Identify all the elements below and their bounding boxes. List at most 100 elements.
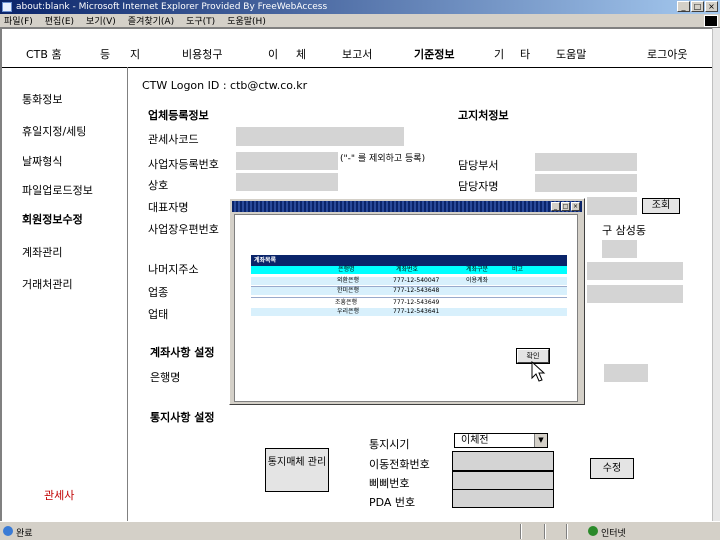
cell-account-no: 777-12-543648 <box>393 287 440 294</box>
company-info-header: 업체등록정보 <box>148 109 209 122</box>
edit-button[interactable]: 수정 <box>590 458 634 479</box>
nav-etc-2[interactable]: 타 <box>520 46 530 62</box>
popup-close-button[interactable]: × <box>571 202 580 211</box>
sidebar-item-holidays[interactable]: 휴일지정/세팅 <box>22 123 86 139</box>
menu-favorites[interactable]: 즐겨찾기(A) <box>128 14 174 27</box>
notice-settings-header: 통지사항 설정 <box>150 411 215 424</box>
vertical-scrollbar[interactable] <box>712 28 720 521</box>
customs-code-field[interactable] <box>236 127 404 146</box>
mobile-field[interactable] <box>452 451 554 471</box>
pda-label: PDA 번호 <box>369 496 416 509</box>
pda-field[interactable] <box>452 489 554 508</box>
nav-master-data[interactable]: 기준정보 <box>414 46 454 62</box>
popup-minimize-button[interactable]: _ <box>551 202 560 211</box>
contact-field[interactable] <box>535 174 637 192</box>
nav-transfer-2[interactable]: 체 <box>296 46 306 62</box>
district-text: 구 삼성동 <box>602 224 646 237</box>
company-name-label: 상호 <box>148 179 169 192</box>
cell-account-no: 777-12-543641 <box>393 308 440 315</box>
bank-label: 은행명 <box>150 371 181 384</box>
popup-maximize-button[interactable]: □ <box>561 202 570 211</box>
bank-field[interactable] <box>604 364 648 382</box>
menu-view[interactable]: 보기(V) <box>86 14 116 27</box>
mobile-label: 이동전화번호 <box>369 458 430 471</box>
status-text: 완료 <box>16 529 33 539</box>
window-title-bar: about:blank - Microsoft Internet Explore… <box>0 0 720 14</box>
popup-title-bar: _ □ × <box>232 201 582 212</box>
top-navigation: CTB 홈 등 지 비용청구 이 체 보고서 기준정보 기 타 도움말 로그아웃 <box>2 46 720 64</box>
dropdown-arrow-icon: ▼ <box>534 434 547 447</box>
nav-ctb-home[interactable]: CTB 홈 <box>26 46 62 62</box>
biz-reg-no-label: 사업자등록번호 <box>148 158 219 171</box>
sidebar-item-file-upload[interactable]: 파일업로드정보 <box>22 182 93 198</box>
nav-transfer-1[interactable]: 이 <box>268 46 278 62</box>
industry-label: 업종 <box>148 286 169 299</box>
ceo-label: 대표자명 <box>148 201 189 214</box>
dept-label: 담당부서 <box>458 159 499 172</box>
contact-label: 담당자명 <box>458 180 499 193</box>
business-label: 업태 <box>148 308 169 321</box>
menu-file[interactable]: 파일(F) <box>4 14 33 27</box>
notice-time-select[interactable]: 이체전 ▼ <box>454 433 548 448</box>
account-settings-header: 계좌사항 설정 <box>150 346 215 359</box>
row-divider <box>251 297 567 298</box>
sidebar-item-date-format[interactable]: 날짜형식 <box>22 153 62 169</box>
nav-logout[interactable]: 로그아웃 <box>647 46 687 62</box>
menu-help[interactable]: 도움말(H) <box>227 14 266 27</box>
pager-label: 삐삐번호 <box>369 477 410 490</box>
status-separator <box>566 524 568 539</box>
address-label: 나머지주소 <box>148 263 199 276</box>
window-title: about:blank - Microsoft Internet Explore… <box>16 2 328 12</box>
nav-etc-1[interactable]: 기 <box>494 46 504 62</box>
address-field[interactable] <box>587 262 683 280</box>
popup-window-controls: _ □ × <box>551 202 580 211</box>
notify-info-header: 고지처정보 <box>458 109 509 122</box>
cell-bank: 한미은행 <box>337 287 360 294</box>
table-row[interactable]: 외환은행 777-12-540047 이용계좌 <box>251 277 567 285</box>
pager-field[interactable] <box>452 471 554 490</box>
sidebar-item-currency[interactable]: 통화정보 <box>22 91 62 107</box>
nav-reports[interactable]: 보고서 <box>342 46 372 62</box>
table-row[interactable]: 조흥은행 777-12-543649 <box>251 299 567 307</box>
nav-help[interactable]: 도움말 <box>556 46 586 62</box>
close-button[interactable]: × <box>705 1 718 12</box>
biz-reg-no-field[interactable] <box>236 152 338 170</box>
biz-zip-label: 사업장우편번호 <box>148 223 219 236</box>
nav-register-2[interactable]: 지 <box>130 46 140 62</box>
status-bar: 완료 인터넷 <box>0 521 720 540</box>
cell-bank: 외환은행 <box>337 277 360 284</box>
lookup-button[interactable]: 조회 <box>642 198 680 214</box>
account-list-popup: _ □ × 계좌목록 은행명 계좌번호 계좌구분 비고 외환은행 777-12-… <box>229 198 585 405</box>
industry-field[interactable] <box>587 285 683 303</box>
notice-time-label: 통지시기 <box>369 438 410 451</box>
sidebar-footer-customs[interactable]: 관세사 <box>44 487 74 503</box>
address-extra-field[interactable] <box>602 240 637 258</box>
sidebar-item-accounts[interactable]: 계좌관리 <box>22 244 62 260</box>
account-table-header: 은행명 계좌번호 계좌구분 비고 <box>251 266 567 274</box>
company-name-field[interactable] <box>236 173 338 191</box>
ceo-extra-field[interactable] <box>587 197 637 215</box>
logon-id: CTW Logon ID : ctb@ctw.co.kr <box>142 79 308 92</box>
maximize-button[interactable]: □ <box>691 1 704 12</box>
sidebar-item-partners[interactable]: 거래처관리 <box>22 276 73 292</box>
cell-account-no: 777-12-540047 <box>393 277 440 284</box>
nav-register-1[interactable]: 등 <box>100 46 110 62</box>
cell-bank: 우리은행 <box>337 308 360 315</box>
nav-billing[interactable]: 비용청구 <box>182 46 222 62</box>
table-row[interactable]: 한미은행 777-12-543648 <box>251 287 567 295</box>
window-controls: _ □ × <box>677 1 718 12</box>
notice-time-value: 이체전 <box>461 435 489 446</box>
status-separator <box>520 524 522 539</box>
col-remarks: 비고 <box>512 266 524 273</box>
menu-edit[interactable]: 편집(E) <box>45 14 74 27</box>
notice-media-button[interactable]: 통지매체 관리 <box>265 448 329 492</box>
minimize-button[interactable]: _ <box>677 1 690 12</box>
account-list-title: 계좌목록 <box>251 255 567 266</box>
menu-tools[interactable]: 도구(T) <box>186 14 215 27</box>
cell-bank: 조흥은행 <box>335 299 358 306</box>
sidebar-item-member-edit[interactable]: 회원정보수정 <box>22 211 83 227</box>
dept-field[interactable] <box>535 153 637 171</box>
table-row[interactable]: 우리은행 777-12-543641 <box>251 308 567 316</box>
status-separator <box>544 524 546 539</box>
internet-zone-icon <box>588 526 598 536</box>
